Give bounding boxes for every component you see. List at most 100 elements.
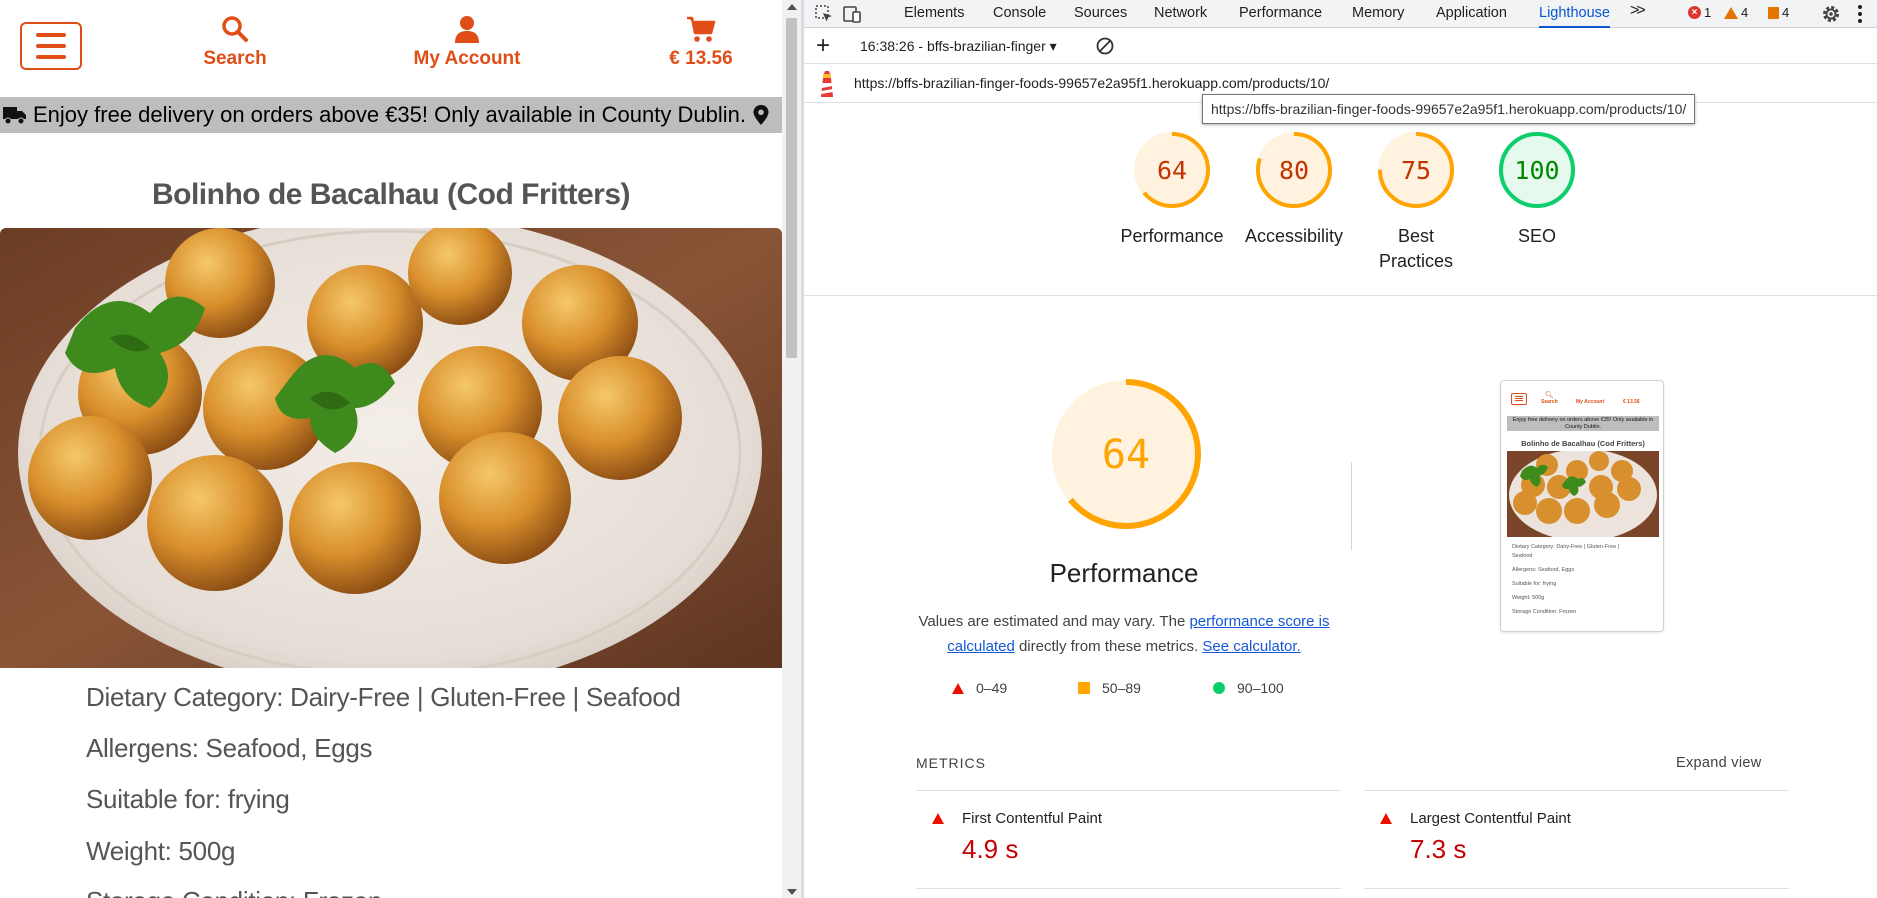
product-weight: Weight: 500g <box>86 836 236 866</box>
tab-memory[interactable]: Memory <box>1352 0 1404 28</box>
tab-sources[interactable]: Sources <box>1074 0 1127 28</box>
thumb-storage: Storage Condition: Frozen <box>1512 609 1577 615</box>
legend-fail: 0–49 <box>952 680 1007 696</box>
legend-label: 90–100 <box>1237 680 1284 696</box>
audited-url[interactable]: https://bffs-brazilian-finger-foods-9965… <box>854 75 1329 91</box>
metric-value: 7.3 s <box>1410 834 1467 864</box>
gauge-score: 64 <box>1157 156 1187 185</box>
nav-account-link[interactable]: My Account <box>400 14 534 70</box>
thumb-weight: Weight: 500g <box>1512 595 1545 601</box>
thumb-menu-icon <box>1511 393 1527 405</box>
metrics-divider <box>1364 888 1789 889</box>
more-options-icon[interactable] <box>1858 5 1862 23</box>
performance-title: Performance <box>1049 558 1199 588</box>
average-square-icon <box>1078 682 1090 694</box>
lighthouse-logo-icon <box>821 71 833 97</box>
divider <box>804 295 1877 296</box>
error-count-badge[interactable]: × 1 <box>1688 5 1711 20</box>
issues-count: 4 <box>1782 5 1790 20</box>
nav-cart-link[interactable]: € 13.56 <box>660 14 742 70</box>
product-suitable: Suitable for: frying <box>86 784 290 814</box>
thumb-fritters-photo <box>1507 451 1659 537</box>
performance-big-score: 64 <box>1102 432 1150 478</box>
gauge-best-practices[interactable]: 75 Best Practices <box>1356 128 1476 274</box>
thumb-banner: Enjoy free delivery on orders above €35!… <box>1507 416 1659 431</box>
banner-text: Enjoy free delivery on orders above €35!… <box>33 102 746 127</box>
new-report-plus-icon[interactable]: + <box>816 34 830 58</box>
cod-fritters-photo <box>0 228 782 668</box>
thumb-account-label: My Account <box>1576 399 1605 405</box>
issues-count-badge[interactable]: 4 <box>1768 5 1789 20</box>
legend-label: 50–89 <box>1102 680 1141 696</box>
search-icon <box>222 16 248 42</box>
metric-name: Largest Contentful Paint <box>1410 810 1571 827</box>
desc-text: directly from these metrics. <box>1014 638 1203 655</box>
thumb-title: Bolinho de Bacalhau (Cod Fritters) <box>1521 439 1645 448</box>
see-calculator-link[interactable]: See calculator. <box>1202 638 1300 655</box>
report-selector[interactable]: 16:38:26 - bffs-brazilian-finger ▾ <box>860 38 1057 55</box>
settings-gear-icon[interactable] <box>1821 4 1841 24</box>
menu-bar-icon <box>36 33 66 37</box>
user-icon <box>455 16 479 43</box>
gauge-performance[interactable]: 64 Performance <box>1112 128 1232 249</box>
gauge-ring: 75 <box>1378 132 1454 208</box>
menu-bar-icon <box>36 44 66 48</box>
shopping-cart-icon <box>687 16 716 42</box>
page-scrollbar-thumb[interactable] <box>786 18 797 358</box>
tab-application[interactable]: Application <box>1436 0 1507 28</box>
tab-elements[interactable]: Elements <box>904 0 964 28</box>
fail-triangle-icon <box>932 813 944 824</box>
legend-pass: 90–100 <box>1213 680 1284 696</box>
thumb-cart-label: € 13.56 <box>1623 399 1640 405</box>
error-icon: × <box>1688 6 1701 19</box>
cart-total: € 13.56 <box>669 48 733 69</box>
device-toolbar-icon[interactable] <box>842 4 862 24</box>
pass-circle-icon <box>1213 682 1225 694</box>
gauge-label: Accessibility <box>1244 226 1344 246</box>
gauge-label: SEO <box>1517 226 1556 246</box>
expand-view-toggle[interactable]: Expand view <box>1676 755 1762 771</box>
thumb-product-image <box>1507 451 1659 537</box>
devtools-panel: Elements Console Sources Network Perform… <box>804 0 1877 898</box>
vertical-divider <box>1351 462 1352 550</box>
tab-network[interactable]: Network <box>1154 0 1207 28</box>
report-selector-label: 16:38:26 - bffs-brazilian-finger <box>860 38 1046 54</box>
page-screenshot-thumbnail[interactable]: 🔍︎ Search My Account € 13.56 Enjoy free … <box>1500 380 1664 632</box>
metrics-divider <box>916 790 1341 791</box>
performance-big-gauge: 64 <box>1051 379 1201 529</box>
error-count: 1 <box>1704 5 1712 20</box>
more-tabs-icon[interactable]: >> <box>1630 2 1646 20</box>
site-viewport: Search My Account € 13.56 Enjoy free del… <box>0 0 782 898</box>
gauge-ring: 100 <box>1499 132 1575 208</box>
thumb-dietary-2: Seafood <box>1512 553 1533 559</box>
inspect-element-icon[interactable] <box>814 4 834 24</box>
hamburger-menu-button[interactable] <box>20 22 82 70</box>
map-pin-icon <box>753 105 769 125</box>
warning-count-badge[interactable]: 4 <box>1724 5 1748 20</box>
gauge-seo[interactable]: 100 SEO <box>1477 128 1597 249</box>
metric-value: 4.9 s <box>962 834 1019 864</box>
clear-reports-icon[interactable] <box>1095 36 1115 56</box>
screen: Search My Account € 13.56 Enjoy free del… <box>0 0 1877 898</box>
gauge-accessibility[interactable]: 80 Accessibility <box>1234 128 1354 249</box>
tab-console[interactable]: Console <box>993 0 1046 28</box>
issues-icon <box>1768 6 1779 19</box>
scroll-down-arrow-icon[interactable] <box>787 889 797 895</box>
gauge-label: Performance <box>1120 226 1224 246</box>
metrics-divider <box>1364 790 1789 791</box>
tab-performance[interactable]: Performance <box>1239 0 1322 28</box>
tab-lighthouse[interactable]: Lighthouse <box>1539 0 1610 28</box>
metrics-divider <box>916 888 1341 889</box>
performance-description: Values are estimated and may vary. The p… <box>914 609 1334 659</box>
legend-label: 0–49 <box>976 680 1008 696</box>
fail-triangle-icon <box>1380 813 1392 824</box>
desc-text: Values are estimated and may vary. The <box>918 613 1190 630</box>
gauge-score: 80 <box>1279 156 1309 185</box>
delivery-truck-icon <box>3 107 26 125</box>
product-image <box>0 228 782 668</box>
scroll-up-arrow-icon[interactable] <box>787 4 797 10</box>
site-navbar: Search My Account € 13.56 <box>0 0 782 96</box>
nav-search-link[interactable]: Search <box>200 14 270 70</box>
metrics-heading: METRICS <box>916 755 986 771</box>
url-tooltip: https://bffs-brazilian-finger-foods-9965… <box>1202 94 1696 124</box>
